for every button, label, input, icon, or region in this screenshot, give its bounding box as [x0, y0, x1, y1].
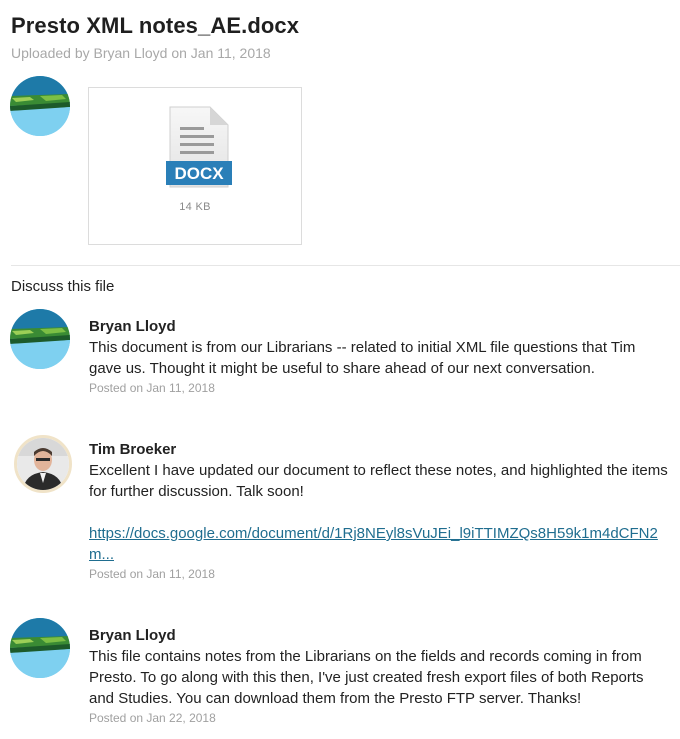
landscape-avatar-icon: [10, 76, 70, 136]
comment-timestamp: Posted on Jan 11, 2018: [89, 567, 215, 581]
discussion-heading: Discuss this file: [11, 278, 115, 295]
comment-item: Tim Broeker Excellent I have updated our…: [89, 440, 669, 581]
comment-item: Bryan Lloyd This document is from our Li…: [89, 317, 669, 395]
comment-timestamp: Posted on Jan 22, 2018: [89, 711, 216, 725]
upload-info: Uploaded by Bryan Lloyd on Jan 11, 2018: [11, 45, 271, 61]
uploader-avatar[interactable]: [10, 76, 70, 136]
comment-item: Bryan Lloyd This file contains notes fro…: [89, 626, 669, 725]
docx-file-icon: DOCX: [166, 106, 232, 188]
person-photo-avatar-icon: [17, 438, 69, 490]
landscape-avatar-icon: [10, 309, 70, 369]
comment-author[interactable]: Bryan Lloyd: [89, 317, 669, 337]
file-preview-card[interactable]: DOCX 14 KB: [88, 87, 302, 245]
comment-timestamp: Posted on Jan 11, 2018: [89, 381, 215, 395]
file-title: Presto XML notes_AE.docx: [11, 13, 300, 38]
comment-avatar-bryan-1[interactable]: [10, 309, 70, 369]
comment-author[interactable]: Bryan Lloyd: [89, 626, 669, 646]
comment-avatar-bryan-2[interactable]: [10, 618, 70, 678]
landscape-avatar-icon: [10, 618, 70, 678]
comment-avatar-tim[interactable]: [14, 435, 72, 493]
comment-body: This document is from our Librarians -- …: [89, 339, 636, 377]
comment-body: This file contains notes from the Librar…: [89, 648, 644, 707]
divider: [11, 265, 680, 266]
comment-link[interactable]: https://docs.google.com/document/d/1Rj8N…: [89, 525, 658, 563]
file-size: 14 KB: [179, 201, 211, 213]
file-type-label: DOCX: [174, 164, 224, 183]
comment-author[interactable]: Tim Broeker: [89, 440, 669, 460]
comment-body: Excellent I have updated our document to…: [89, 462, 668, 500]
